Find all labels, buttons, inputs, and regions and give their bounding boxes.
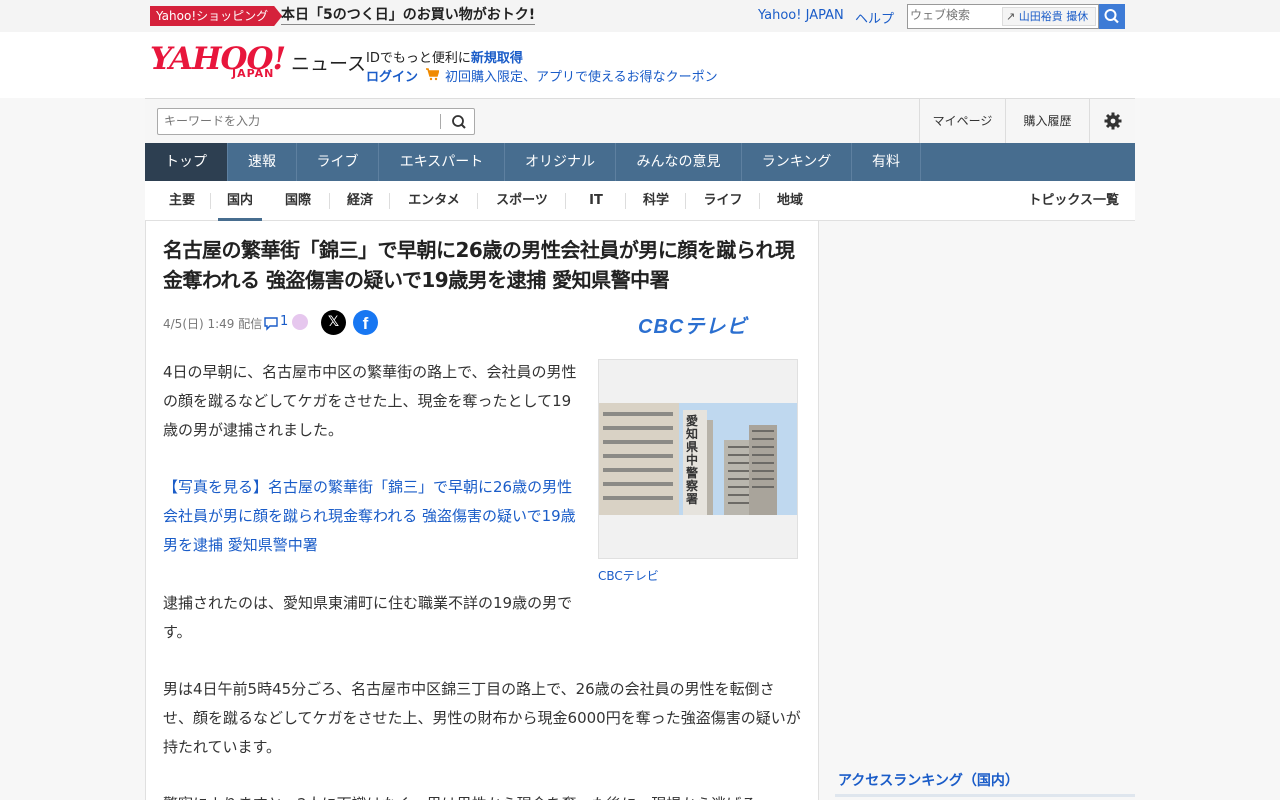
publish-date: 4/5(日) 1:49 配信 [163, 317, 263, 331]
keyword-search-button[interactable] [448, 112, 470, 132]
access-ranking-title[interactable]: アクセスランキング（国内） [838, 770, 1019, 790]
topics-list-link[interactable]: トピックス一覧 [1028, 181, 1119, 221]
id-promo-text: IDでもっと便利に [366, 51, 471, 66]
category-nav: 主要 国内 国際 経済 エンタメ スポーツ IT 科学 ライフ 地域 トピックス… [145, 181, 1135, 221]
trend-arrow-icon: ↗ [1006, 10, 1016, 23]
main-nav-breaking[interactable]: 速報 [228, 143, 297, 181]
id-promo: IDでもっと便利に新規取得 [366, 47, 523, 66]
site-header: YAHOO! JAPAN ニュース IDでもっと便利に新規取得 ログイン 初回購… [0, 32, 1280, 98]
category-tab-life[interactable]: ライフ [686, 181, 760, 221]
x-share-icon[interactable]: 𝕏 [321, 310, 346, 335]
search-suggestion[interactable]: ↗ 山田裕貴 撮休 [1002, 7, 1096, 26]
photo-link[interactable]: 【写真を見る】名古屋の繁華街「錦三」で早朝に26歳の男性会社員が男に顔を蹴られ現… [163, 473, 583, 560]
keyword-search-box [157, 108, 475, 135]
comment-count[interactable]: 1 [280, 314, 288, 329]
help-link[interactable]: ヘルプ [855, 8, 894, 27]
web-search-button[interactable] [1099, 4, 1125, 29]
category-tab-science[interactable]: 科学 [626, 181, 686, 221]
article-headline: 名古屋の繁華街「錦三」で早朝に26歳の男性会社員が男に顔を蹴られ現金奪われる 強… [163, 238, 795, 292]
yahoo-logo-sub: JAPAN [232, 67, 275, 80]
search-icon [1104, 9, 1119, 24]
category-tab-entertainment[interactable]: エンタメ [390, 181, 478, 221]
shopping-badge[interactable]: Yahoo!ショッピング [150, 6, 282, 26]
category-tab-it[interactable]: IT [566, 181, 626, 221]
search-suggestion-text: 山田裕貴 撮休 [1018, 10, 1089, 23]
main-nav-paid[interactable]: 有料 [852, 143, 921, 181]
news-section-title[interactable]: ニュース [291, 49, 366, 76]
main-nav-ranking[interactable]: ランキング [742, 143, 852, 181]
photo-caption[interactable]: CBCテレビ [598, 567, 659, 584]
article-paragraph: 4日の早朝に、名古屋市中区の繁華街の路上で、会社員の男性の顔を蹴るなどしてケガを… [163, 363, 577, 439]
main-nav-expert[interactable]: エキスパート [379, 143, 505, 181]
yahoo-japan-link[interactable]: Yahoo! JAPAN [758, 8, 844, 23]
police-sign-text: 愛知県中警察署 [686, 414, 699, 506]
article-paragraph: 逮捕されたのは、愛知県東浦町に住む職業不詳の19歳の男です。 [163, 594, 573, 641]
settings-button[interactable] [1089, 99, 1135, 143]
facebook-share-icon[interactable]: f [353, 310, 378, 335]
main-nav-live[interactable]: ライブ [297, 143, 379, 181]
web-search-input[interactable] [910, 8, 1000, 22]
signup-link[interactable]: 新規取得 [471, 51, 523, 66]
category-tab-sports[interactable]: スポーツ [478, 181, 566, 221]
main-nav-opinions[interactable]: みんなの意見 [616, 143, 742, 181]
main-nav-original[interactable]: オリジナル [505, 143, 616, 181]
promo-link[interactable]: 本日「5のつく日」のお買い物がおトク! [281, 6, 536, 25]
category-tab-domestic[interactable]: 国内 [218, 181, 262, 221]
category-tab-main[interactable]: 主要 [153, 181, 211, 221]
comment-icon[interactable] [263, 316, 279, 331]
keyword-search-input[interactable] [164, 114, 424, 128]
article-paragraph: 警察によりますと、2人に面識はなく、男は男性から現金を奪った後に、現場から逃げる [163, 790, 803, 800]
purchase-history-link[interactable]: 購入履歴 [1005, 99, 1089, 143]
coupon-link[interactable]: 初回購入限定、アプリで使えるお得なクーポン [445, 66, 718, 85]
category-tab-economy[interactable]: 経済 [330, 181, 390, 221]
search-icon [452, 115, 466, 129]
mypage-link[interactable]: マイページ [919, 99, 1005, 143]
article: 名古屋の繁華街「錦三」で早朝に26歳の男性会社員が男に顔を蹴られ現金奪われる 強… [145, 221, 819, 800]
category-tab-world[interactable]: 国際 [266, 181, 330, 221]
cart-icon [426, 68, 439, 81]
article-paragraph: 男は4日午前5時45分ごろ、名古屋市中区錦三丁目の路上で、26歳の会社員の男性を… [163, 680, 801, 756]
gear-icon [1104, 112, 1121, 130]
divider [440, 114, 441, 129]
source-logo[interactable]: CBCテレビ [638, 310, 747, 339]
search-row: マイページ 購入履歴 [145, 98, 1135, 143]
web-search-box: ↗ 山田裕貴 撮休 [907, 4, 1099, 29]
main-nav: トップ 速報 ライブ エキスパート オリジナル みんなの意見 ランキング 有料 [145, 143, 1135, 181]
main-nav-top[interactable]: トップ [145, 143, 228, 181]
reaction-face-icon [292, 314, 308, 330]
login-link[interactable]: ログイン [366, 66, 418, 85]
divider [835, 794, 1135, 797]
article-photo[interactable]: 愛知県中警察署 [598, 359, 798, 559]
category-tab-local[interactable]: 地域 [760, 181, 820, 221]
